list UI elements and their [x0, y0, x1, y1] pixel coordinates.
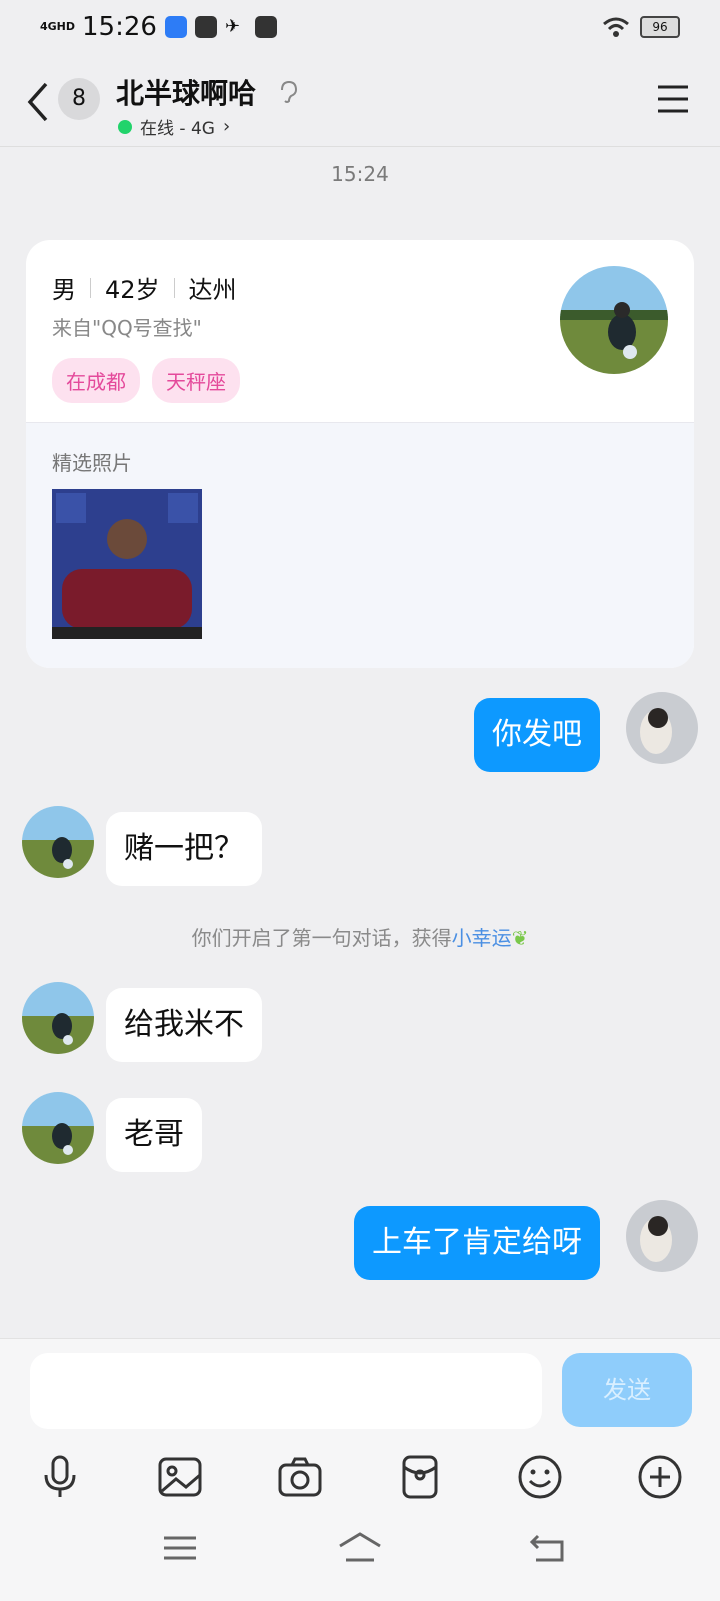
outgoing-message[interactable]: 你发吧 — [474, 698, 600, 772]
contact-avatar[interactable] — [22, 806, 94, 878]
nav-back-icon[interactable] — [528, 1530, 568, 1566]
sprout-icon: ❦ — [511, 926, 529, 950]
incoming-message[interactable]: 老哥 — [106, 1098, 202, 1172]
online-status[interactable]: 在线 - 4G › — [118, 114, 230, 139]
chevron-right-icon: › — [222, 116, 231, 137]
profile-card[interactable]: 男 42岁 达州 来自"QQ号查找" 在成都 天秤座 精选照片 — [26, 240, 694, 668]
system-message: 你们开启了第一句对话，获得小幸运❦ — [0, 922, 720, 951]
profile-tag[interactable]: 天秤座 — [152, 358, 240, 403]
online-status-text: 在线 - 4G — [140, 119, 215, 139]
live-app-icon — [164, 16, 187, 38]
chat-header: 8 北半球啊哈 在线 - 4G › — [0, 56, 720, 147]
status-right: 96 — [602, 16, 680, 38]
chat-timestamp: 15:24 — [331, 162, 389, 186]
bird-app-icon: ✈ — [224, 16, 241, 37]
outgoing-message[interactable]: 上车了肯定给呀 — [354, 1206, 600, 1280]
mic-icon[interactable] — [36, 1453, 84, 1501]
my-avatar[interactable] — [626, 1200, 698, 1272]
unread-count-badge[interactable]: 8 — [58, 78, 100, 120]
status-left: 4GHD 15:26 ✈ — [40, 12, 277, 42]
my-avatar[interactable] — [626, 692, 698, 764]
online-dot — [118, 119, 132, 134]
image-icon[interactable] — [156, 1453, 204, 1501]
incoming-message[interactable]: 赌一把？ — [106, 812, 262, 886]
system-nav-bar — [0, 1500, 720, 1600]
network-indicator: 4GHD — [40, 20, 76, 33]
contact-name[interactable]: 北半球啊哈 — [116, 72, 256, 112]
menu-icon[interactable] — [656, 84, 690, 114]
age: 42岁 — [105, 276, 160, 304]
send-app-icon — [194, 16, 217, 38]
nav-menu-icon[interactable] — [160, 1530, 200, 1566]
contact-avatar[interactable] — [22, 1092, 94, 1164]
lucky-link[interactable]: 小幸运 — [452, 926, 512, 950]
divider — [173, 277, 175, 298]
plus-icon[interactable] — [636, 1453, 684, 1501]
message-input[interactable] — [30, 1353, 542, 1429]
ear-icon[interactable] — [278, 80, 298, 104]
featured-photo[interactable] — [52, 489, 202, 639]
system-message-text: 你们开启了第一句对话，获得 — [191, 926, 452, 950]
profile-avatar[interactable] — [560, 266, 668, 374]
profile-tags: 在成都 天秤座 — [52, 358, 240, 403]
profile-tag[interactable]: 在成都 — [52, 358, 140, 403]
featured-photos-label: 精选照片 — [52, 451, 132, 475]
red-packet-icon[interactable] — [396, 1453, 444, 1501]
profile-info: 男 42岁 达州 来自"QQ号查找" 在成都 天秤座 — [26, 240, 694, 422]
battery-indicator: 96 — [640, 16, 680, 38]
featured-photos: 精选照片 — [26, 422, 694, 668]
back-icon[interactable] — [24, 80, 54, 124]
city: 达州 — [188, 276, 237, 304]
divider — [90, 277, 91, 298]
send-button[interactable]: 发送 — [562, 1353, 692, 1427]
profile-facts: 男 42岁 达州 — [52, 270, 237, 305]
play-app-icon — [254, 16, 277, 38]
gender: 男 — [52, 276, 76, 304]
contact-avatar[interactable] — [22, 982, 94, 1054]
camera-icon[interactable] — [276, 1453, 324, 1501]
profile-source: 来自"QQ号查找" — [52, 316, 202, 340]
status-time: 15:26 — [82, 12, 157, 42]
incoming-message[interactable]: 给我米不 — [106, 988, 262, 1062]
status-bar: 4GHD 15:26 ✈ 96 — [0, 0, 720, 56]
wifi-icon — [603, 17, 629, 37]
emoji-icon[interactable] — [516, 1453, 564, 1501]
nav-home-icon[interactable] — [336, 1530, 384, 1566]
